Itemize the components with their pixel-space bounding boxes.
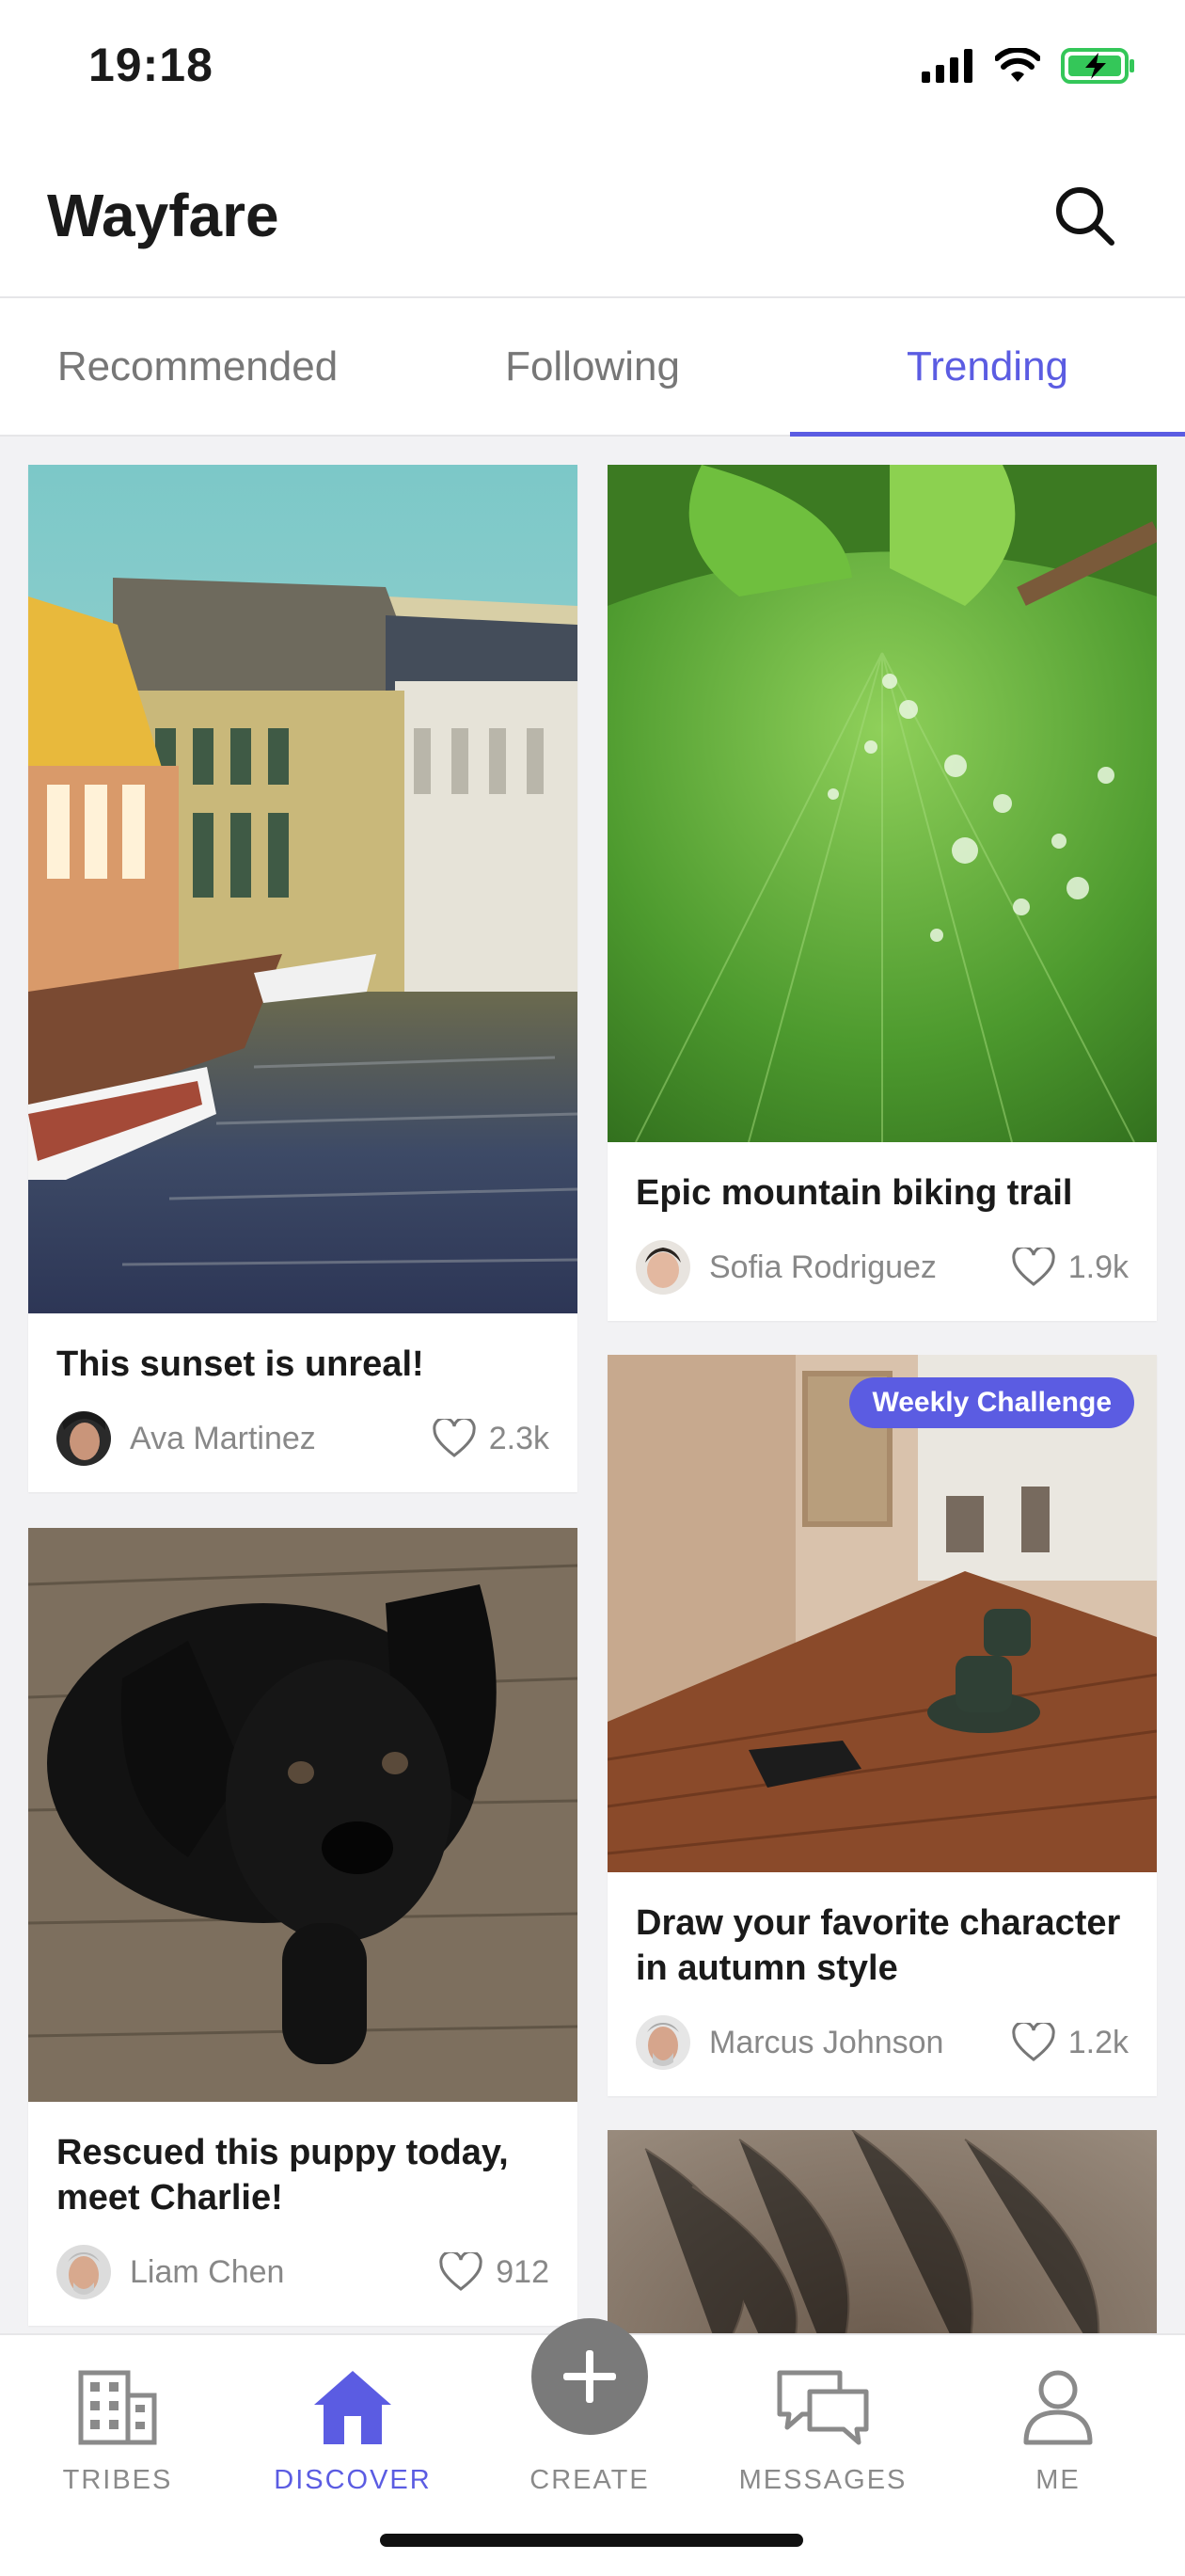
post-info: Draw your favorite character in autumn s… (608, 1872, 1157, 2096)
like-count: 1.9k (1067, 1248, 1129, 1285)
post-meta: Sofia Rodriguez 1.9k (636, 1240, 1129, 1295)
heart-icon (1012, 2023, 1055, 2061)
post-card[interactable]: This sunset is unreal! Ava Martinez 2.3k (28, 465, 577, 1492)
like-count: 912 (496, 2253, 549, 2290)
tab-recommended[interactable]: Recommended (0, 298, 395, 435)
nav-label: CREATE (529, 2465, 650, 2495)
plus-icon (563, 2350, 616, 2403)
avatar[interactable] (56, 1411, 111, 1466)
signal-icon (922, 49, 972, 83)
like-button[interactable]: 912 (439, 2252, 549, 2292)
status-icons (922, 47, 1136, 85)
post-card[interactable]: Epic mountain biking trail Sofia Rodrigu… (608, 465, 1157, 1321)
like-button[interactable]: 1.9k (1012, 1248, 1129, 1287)
search-button[interactable] (1048, 179, 1123, 254)
nav-tribes[interactable]: TRIBES (14, 2354, 221, 2496)
feed-tabs: Recommended Following Trending (0, 298, 1185, 437)
like-count: 1.2k (1067, 2024, 1129, 2060)
status-bar: 19:18 (0, 0, 1185, 141)
home-icon (314, 2371, 391, 2444)
home-indicator[interactable] (380, 2534, 803, 2547)
like-count: 2.3k (488, 1420, 549, 1456)
app-header: Wayfare (0, 141, 1185, 298)
battery-charging-icon (1061, 48, 1134, 84)
tab-trending[interactable]: Trending (790, 298, 1185, 437)
post-title: Epic mountain biking trail (636, 1173, 1073, 1213)
heart-icon (1012, 1248, 1055, 1286)
post-photo-cafe: Weekly Challenge (608, 1355, 1157, 1872)
post-photo-fur (608, 2130, 1157, 2333)
like-button[interactable]: 1.2k (1012, 2023, 1129, 2062)
nav-label: DISCOVER (274, 2465, 432, 2495)
nav-discover[interactable]: DISCOVER (249, 2354, 456, 2496)
create-button[interactable] (531, 2318, 648, 2435)
avatar[interactable] (636, 1240, 690, 1295)
author-name[interactable]: Marcus Johnson (709, 2025, 1012, 2061)
nav-label: MESSAGES (738, 2465, 908, 2495)
post-photo-canal (28, 465, 577, 1313)
like-button[interactable]: 2.3k (433, 1419, 549, 1458)
heart-icon (439, 2252, 482, 2291)
person-icon (1023, 2370, 1093, 2445)
post-photo-leaf (608, 465, 1157, 1142)
nav-me[interactable]: ME (955, 2354, 1161, 2496)
post-info: Rescued this puppy today, meet Charlie! … (28, 2102, 577, 2326)
nav-label: ME (1035, 2465, 1081, 2495)
status-time: 19:18 (88, 39, 213, 91)
nav-label: TRIBES (62, 2465, 173, 2495)
avatar[interactable] (56, 2245, 111, 2299)
post-meta: Liam Chen 912 (56, 2245, 549, 2299)
post-card[interactable]: Weekly Challenge Draw your favorite char… (608, 1355, 1157, 2096)
building-icon (78, 2370, 157, 2445)
post-info: This sunset is unreal! Ava Martinez 2.3k (28, 1313, 577, 1492)
post-card[interactable] (608, 2130, 1157, 2333)
author-name[interactable]: Sofia Rodriguez (709, 1249, 1012, 1286)
avatar[interactable] (636, 2015, 690, 2070)
post-title: This sunset is unreal! (56, 1344, 424, 1384)
wifi-icon (995, 48, 1040, 82)
weekly-challenge-badge[interactable]: Weekly Challenge (849, 1377, 1134, 1428)
author-name[interactable]: Ava Martinez (130, 1421, 433, 1457)
post-title: Rescued this puppy today, meet Charlie! (56, 2133, 509, 2218)
heart-icon (433, 1419, 476, 1457)
app-title: Wayfare (47, 182, 279, 249)
chat-bubbles-icon (777, 2370, 869, 2445)
tab-following[interactable]: Following (395, 298, 790, 435)
author-name[interactable]: Liam Chen (130, 2254, 439, 2291)
post-meta: Ava Martinez 2.3k (56, 1411, 549, 1466)
nav-messages[interactable]: MESSAGES (719, 2354, 926, 2496)
post-info: Epic mountain biking trail Sofia Rodrigu… (608, 1142, 1157, 1321)
post-meta: Marcus Johnson 1.2k (636, 2015, 1129, 2070)
feed-grid: This sunset is unreal! Ava Martinez 2.3k (0, 437, 1185, 2333)
post-title: Draw your favorite character in autumn s… (636, 1903, 1121, 1988)
search-icon (1056, 187, 1114, 246)
post-photo-puppy (28, 1528, 577, 2102)
post-card[interactable]: Rescued this puppy today, meet Charlie! … (28, 1528, 577, 2326)
